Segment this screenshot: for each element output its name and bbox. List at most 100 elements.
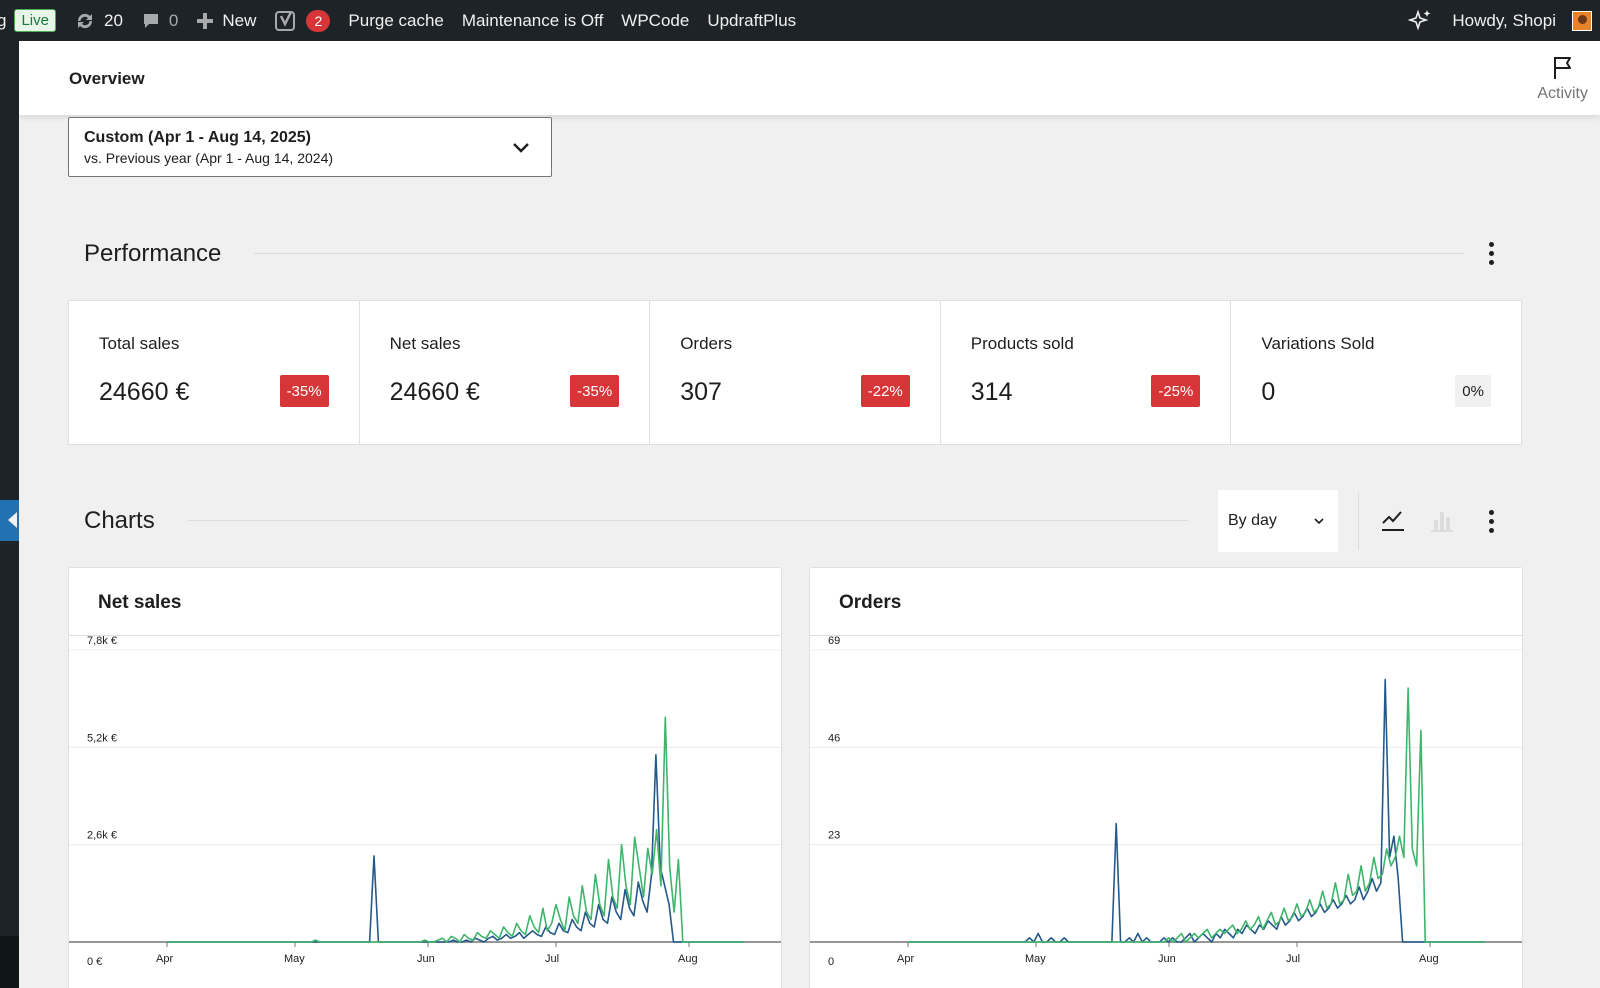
x-tick-label: Jul xyxy=(1286,953,1300,965)
card-value: 24660 € xyxy=(99,378,190,406)
controls-separator xyxy=(1358,492,1359,550)
yoast-link[interactable]: 2 xyxy=(265,0,339,41)
site-name-link[interactable]: g Live xyxy=(0,0,65,41)
activity-panel-button[interactable]: Activity xyxy=(1537,55,1588,103)
net-sales-chart-panel: Net sales 0 € 2,6k € 5,2k € 7,8k € Apr May Jun… xyxy=(68,567,782,988)
chart-title: Net sales xyxy=(69,568,781,636)
x-tick-label: Jun xyxy=(1158,953,1176,965)
summary-card-products-sold[interactable]: Products sold 314 -25% xyxy=(941,301,1232,444)
interval-value: By day xyxy=(1228,512,1277,529)
avatar xyxy=(1572,10,1592,31)
wpcode-link[interactable]: WPCode xyxy=(612,0,698,41)
series-line-current xyxy=(167,716,744,943)
dot xyxy=(1488,251,1494,256)
date-range-primary: Custom (Apr 1 - Aug 14, 2025) xyxy=(84,129,312,146)
x-tick-label: Apr xyxy=(897,953,914,965)
updates-count: 20 xyxy=(104,10,123,30)
x-tick-label: Aug xyxy=(1419,953,1439,965)
card-value: 0 xyxy=(1261,378,1276,406)
yoast-icon xyxy=(275,10,296,31)
x-tick-label: May xyxy=(284,953,305,965)
ai-sparkle-button[interactable] xyxy=(1397,0,1443,41)
activity-label: Activity xyxy=(1537,85,1588,102)
delta-badge: -22% xyxy=(860,375,910,407)
charts-heading: Charts xyxy=(84,507,155,534)
comment-icon xyxy=(143,13,158,28)
refresh-icon xyxy=(77,13,93,28)
wpcode-label: WPCode xyxy=(621,10,690,30)
delta-badge: -25% xyxy=(1151,375,1201,407)
interval-select[interactable]: By day xyxy=(1218,490,1338,552)
my-account-link[interactable]: Howdy, Shopi xyxy=(1443,0,1600,41)
orders-chart-panel: Orders 0 23 46 69 Apr May Jun Jul Aug xyxy=(809,567,1523,988)
y-tick-label: 0 xyxy=(828,956,834,968)
sidebar-footer xyxy=(0,936,19,988)
new-content-link[interactable]: New xyxy=(187,0,265,41)
purge-cache-link[interactable]: Purge cache xyxy=(339,0,452,41)
net-sales-chart[interactable]: 0 € 2,6k € 5,2k € 7,8k € Apr May Jun Jul Aug xyxy=(69,636,781,988)
y-tick-label: 7,8k € xyxy=(87,636,117,647)
dot xyxy=(1488,242,1494,247)
dot xyxy=(1488,510,1494,515)
delta-badge: -35% xyxy=(570,375,620,407)
plus-icon xyxy=(197,12,214,29)
summary-card-net-sales[interactable]: Net sales 24660 € -35% xyxy=(360,301,651,444)
admin-bar: g Live 20 0 New 2 Purge cache Maintenanc… xyxy=(0,0,1600,41)
sparkle-icon xyxy=(1407,8,1431,31)
series-line-previous xyxy=(908,678,1485,943)
flag-icon xyxy=(1553,57,1571,79)
dot xyxy=(1488,260,1494,265)
summary-card-orders[interactable]: Orders 307 -22% xyxy=(650,301,941,444)
updraftplus-label: UpdraftPlus xyxy=(707,10,797,30)
card-value: 314 xyxy=(970,378,1013,406)
orders-chart[interactable]: 0 23 46 69 Apr May Jun Jul Aug xyxy=(810,636,1522,988)
updates-link[interactable]: 20 xyxy=(65,0,132,41)
delta-badge: 0% xyxy=(1455,375,1491,407)
card-label: Net sales xyxy=(389,334,461,353)
card-label: Variations Sold xyxy=(1261,334,1375,353)
admin-sidebar-collapsed xyxy=(0,41,19,988)
summary-card-total-sales[interactable]: Total sales 24660 € -35% xyxy=(69,301,360,444)
card-label: Products sold xyxy=(970,334,1074,353)
live-badge: Live xyxy=(14,9,56,32)
dot xyxy=(1488,519,1494,524)
y-tick-label: 46 xyxy=(828,732,840,744)
x-tick-label: Apr xyxy=(156,953,173,965)
page-header: Overview Activity xyxy=(19,41,1600,115)
new-label: New xyxy=(222,10,257,30)
date-range-comparison: vs. Previous year (Apr 1 - Aug 14, 2024) xyxy=(84,150,334,166)
yoast-notification-badge: 2 xyxy=(306,9,331,32)
x-tick-label: Jun xyxy=(417,953,435,965)
maintenance-link[interactable]: Maintenance is Off xyxy=(453,0,612,41)
charts-menu-button[interactable] xyxy=(1488,510,1494,533)
card-value: 307 xyxy=(680,378,722,406)
performance-menu-button[interactable] xyxy=(1488,242,1494,265)
performance-divider xyxy=(254,253,1464,254)
active-menu-indicator[interactable] xyxy=(0,500,19,541)
chevron-down-icon xyxy=(513,143,529,153)
x-tick-label: May xyxy=(1025,953,1046,965)
y-tick-label: 5,2k € xyxy=(87,732,117,744)
comments-link[interactable]: 0 xyxy=(132,0,187,41)
purge-cache-label: Purge cache xyxy=(348,10,444,30)
howdy-label: Howdy, Shopi xyxy=(1452,10,1556,30)
chart-title: Orders xyxy=(810,568,1522,636)
chevron-down-icon xyxy=(1314,518,1324,525)
line-chart-icon[interactable] xyxy=(1379,506,1407,534)
series-line-current xyxy=(908,687,1485,943)
y-tick-label: 2,6k € xyxy=(87,830,117,842)
performance-cards: Total sales 24660 € -35% Net sales 24660… xyxy=(68,300,1522,445)
y-tick-label: 0 € xyxy=(87,956,102,968)
delta-badge: -35% xyxy=(279,375,329,407)
bar-chart-icon[interactable] xyxy=(1428,506,1456,534)
date-range-picker[interactable]: Custom (Apr 1 - Aug 14, 2025) vs. Previo… xyxy=(68,117,552,177)
dot xyxy=(1488,528,1494,533)
y-tick-label: 23 xyxy=(828,830,840,842)
charts-divider xyxy=(188,520,1188,521)
x-tick-label: Jul xyxy=(545,953,559,965)
summary-card-variations-sold[interactable]: Variations Sold 0 0% xyxy=(1231,301,1521,444)
y-tick-label: 69 xyxy=(828,636,840,647)
comments-count: 0 xyxy=(168,10,179,30)
page-title: Overview xyxy=(69,69,145,88)
updraftplus-link[interactable]: UpdraftPlus xyxy=(698,0,805,41)
